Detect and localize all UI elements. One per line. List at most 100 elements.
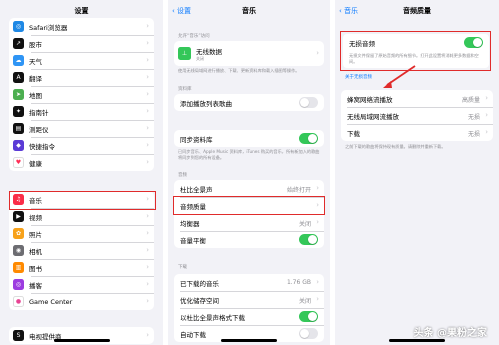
settings-item-safari[interactable]: ◎ Safari浏览器 › — [9, 18, 154, 35]
settings-item-photos[interactable]: ✿ 照片 › — [9, 225, 154, 242]
chevron-right-icon: › — [316, 49, 319, 57]
settings-item-compass[interactable]: ✦ 指南针 › — [9, 103, 154, 120]
settings-item-stocks[interactable]: ↗ 股市 › — [9, 35, 154, 52]
library-header: 资料库 — [178, 87, 192, 92]
settings-item-maps[interactable]: ➤ 地图 › — [9, 86, 154, 103]
chevron-right-icon: › — [146, 124, 149, 132]
chevron-right-icon: › — [146, 39, 149, 47]
equalizer-label: 均衡器 — [180, 219, 200, 228]
sound-check-toggle[interactable] — [299, 234, 318, 245]
cellular-streaming-value: 高质量 — [461, 97, 480, 104]
safari-icon: ◎ — [13, 21, 24, 32]
home-indicator — [389, 339, 445, 342]
settings-item-label: Safari浏览器 — [29, 23, 68, 32]
cellular-streaming-label: 蜂窝网络流播放 — [347, 95, 393, 104]
auto-download-toggle[interactable] — [299, 328, 318, 339]
downloaded-music-row[interactable]: 已下载的音乐 1.76 GB › — [174, 274, 324, 291]
settings-item-shortcuts[interactable]: ◆ 快捷指令 › — [9, 137, 154, 154]
apps-group: ◎ Safari浏览器 › ↗ 股市 › ☁ 天气 › A 翻译 › ➤ 地图 › ✦ 指南针 › ▤ 测距仪 › ◆ 快捷… — [9, 18, 154, 171]
shortcuts-icon: ◆ — [13, 140, 24, 151]
settings-item-label: 股市 — [29, 40, 42, 49]
dolby-download-toggle[interactable] — [299, 311, 318, 322]
cellular-data-value: 关闭 — [196, 55, 204, 61]
cellular-group: ⊥ 无线数据 关闭 › — [174, 41, 324, 66]
tv-provider-icon: S — [13, 330, 24, 341]
optimize-storage-row[interactable]: 优化储存空间 关闭 › — [174, 291, 324, 308]
settings-item-game-center[interactable]: ● Game Center › — [9, 293, 154, 310]
cellular-data-row[interactable]: ⊥ 无线数据 关闭 › — [174, 41, 324, 66]
sync-description: 已同步音乐、Apple Music 资料库，iTunes 购买的音乐，所有新加入… — [178, 149, 320, 160]
chevron-right-icon: › — [316, 278, 319, 286]
settings-item-label: 照片 — [29, 230, 42, 239]
settings-item-label: 视频 — [29, 213, 42, 222]
cellular-description: 使用无线局域网进行播放、下载、更新资料库和载入插图等操作。 — [178, 68, 300, 73]
music-settings-panel: ‹ 设置 音乐 允许“音乐”访问 ⊥ 无线数据 关闭 › 使用无线局域网进行播放… — [168, 0, 330, 345]
wifi-streaming-label: 无线局域网流播放 — [347, 112, 399, 121]
equalizer-value: 关闭 — [298, 221, 311, 228]
wifi-streaming-row[interactable]: 无线局域网流播放 无损 › — [341, 107, 493, 124]
add-playlist-songs-toggle[interactable] — [299, 97, 318, 108]
settings-item-camera[interactable]: ◉ 相机 › — [9, 242, 154, 259]
chevron-right-icon: › — [316, 218, 319, 226]
camera-icon: ◉ — [13, 245, 24, 256]
settings-item-weather[interactable]: ☁ 天气 › — [9, 52, 154, 69]
chevron-right-icon: › — [316, 184, 319, 192]
optimize-storage-value: 关闭 — [298, 298, 311, 305]
dolby-atmos-row[interactable]: 杜比全景声 始终打开 › — [174, 180, 324, 197]
settings-item-label: 播客 — [29, 281, 42, 290]
add-playlist-songs-row: 添加播放列表歌曲 — [174, 94, 324, 111]
chevron-right-icon: › — [316, 295, 319, 303]
settings-item-label: 天气 — [29, 57, 42, 66]
settings-item-measure[interactable]: ▤ 测距仪 › — [9, 120, 154, 137]
cellular-streaming-row[interactable]: 蜂窝网络流播放 高质量 › — [341, 90, 493, 107]
chevron-right-icon: › — [146, 73, 149, 81]
settings-item-podcasts[interactable]: ◎ 播客 › — [9, 276, 154, 293]
sound-check-row: 音量平衡 — [174, 231, 324, 248]
music-highlight-box — [9, 191, 156, 210]
podcasts-icon: ◎ — [13, 279, 24, 290]
chevron-right-icon: › — [146, 263, 149, 271]
settings-item-label: Game Center — [29, 297, 73, 306]
measure-icon: ▤ — [13, 123, 24, 134]
chevron-right-icon: › — [146, 229, 149, 237]
settings-item-label: 相机 — [29, 247, 42, 256]
arrow-annotation-icon — [383, 65, 416, 88]
home-indicator — [221, 339, 277, 342]
audio-quality-highlight-box — [173, 196, 325, 215]
settings-item-tv[interactable]: ▶ 视频 › — [9, 208, 154, 225]
settings-item-books[interactable]: ▥ 图书 › — [9, 259, 154, 276]
settings-item-health[interactable]: ♥ 健康 › — [9, 154, 154, 171]
chevron-right-icon: › — [146, 141, 149, 149]
dolby-download-row: 以杜比全景声格式下载 — [174, 308, 324, 325]
chevron-right-icon: › — [485, 128, 488, 136]
chevron-right-icon: › — [146, 22, 149, 30]
download-header: 下载 — [178, 265, 187, 270]
dolby-download-label: 以杜比全景声格式下载 — [180, 313, 245, 322]
sync-library-toggle[interactable] — [299, 133, 318, 144]
audio-header: 音频 — [178, 173, 187, 178]
antenna-icon: ⊥ — [178, 47, 191, 60]
home-indicator — [53, 339, 110, 342]
equalizer-row[interactable]: 均衡器 关闭 › — [174, 214, 324, 231]
settings-item-translate[interactable]: A 翻译 › — [9, 69, 154, 86]
music-nav-bar: ‹ 设置 音乐 — [168, 0, 330, 22]
about-lossless-link[interactable]: 关于无损音频 — [345, 74, 372, 80]
audio-quality-nav-bar: ‹ 音乐 音频质量 — [335, 0, 499, 22]
stocks-icon: ↗ — [13, 38, 24, 49]
add-to-library-group: 添加播放列表歌曲 — [174, 94, 324, 111]
download-quality-value: 无损 — [467, 131, 480, 138]
chevron-right-icon: › — [485, 94, 488, 102]
settings-title: 设置 — [74, 7, 89, 15]
settings-item-label: 翻译 — [29, 74, 42, 83]
download-quality-row[interactable]: 下载 无损 › — [341, 124, 493, 141]
health-icon: ♥ — [13, 157, 24, 168]
chevron-right-icon: › — [146, 56, 149, 64]
tv-icon: ▶ — [13, 211, 24, 222]
settings-item-label: 地图 — [29, 91, 42, 100]
game-center-icon: ● — [13, 296, 24, 307]
chevron-right-icon: › — [146, 107, 149, 115]
chevron-right-icon: › — [146, 246, 149, 254]
dolby-atmos-value: 始终打开 — [286, 187, 311, 194]
chevron-right-icon: › — [485, 111, 488, 119]
cellular-data-label: 无线数据 — [196, 47, 222, 56]
